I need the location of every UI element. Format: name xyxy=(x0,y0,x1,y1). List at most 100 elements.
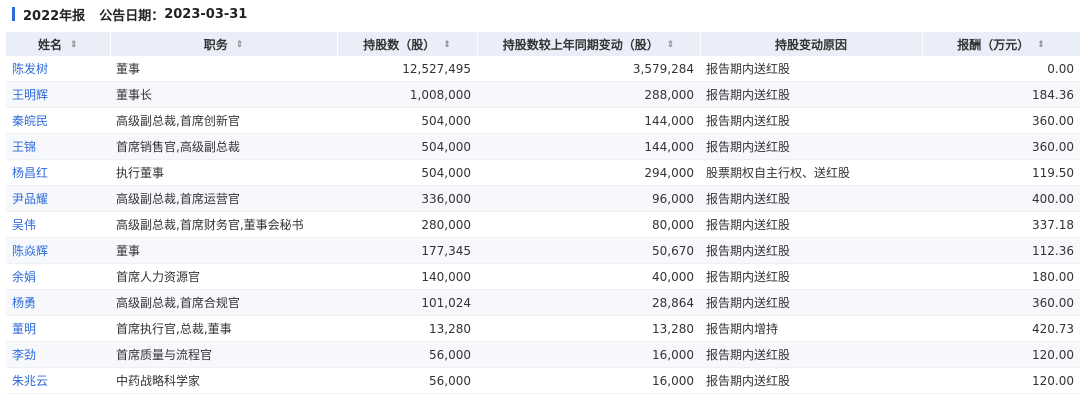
cell-pay: 337.18 xyxy=(922,211,1080,238)
column-header-label: 职务 xyxy=(203,37,228,52)
cell-title: 高级副总裁,首席运营官 xyxy=(110,185,337,212)
cell-name[interactable]: 杨昌红 xyxy=(6,159,110,186)
cell-pay: 360.00 xyxy=(922,133,1080,160)
column-header-title[interactable]: 职务 ⇕ xyxy=(110,32,338,56)
cell-pay: 180.00 xyxy=(922,263,1080,290)
cell-reason: 报告期内送红股 xyxy=(700,367,922,394)
cell-shares: 504,000 xyxy=(337,159,477,186)
cell-name[interactable]: 董明 xyxy=(6,315,110,342)
cell-name[interactable]: 吴伟 xyxy=(6,211,110,238)
sort-icon[interactable]: ⇕ xyxy=(70,40,78,50)
cell-title: 董事 xyxy=(110,237,337,264)
column-header-reason: 持股变动原因 xyxy=(700,32,923,56)
cell-pay: 360.00 xyxy=(922,107,1080,134)
cell-reason: 报告期内送红股 xyxy=(700,263,922,290)
cell-name[interactable]: 陈焱辉 xyxy=(6,237,110,264)
cell-name[interactable]: 王明辉 xyxy=(6,81,110,108)
cell-title: 中药战略科学家 xyxy=(110,367,337,394)
column-header-name[interactable]: 姓名 ⇕ xyxy=(6,32,111,56)
table-header: 姓名 ⇕ 职务 ⇕ 持股数（股） ⇕ 持股数较上年同期变动（股） ⇕ 持股变动原因 报酬… xyxy=(6,32,1080,56)
cell-title: 高级副总裁,首席创新官 xyxy=(110,107,337,134)
cell-title: 首席人力资源官 xyxy=(110,263,337,290)
accent-bar xyxy=(12,7,15,21)
sort-icon[interactable]: ⇕ xyxy=(236,40,244,50)
cell-change: 144,000 xyxy=(477,107,700,134)
cell-name[interactable]: 余娟 xyxy=(6,263,110,290)
cell-shares: 177,345 xyxy=(337,237,477,264)
cell-reason: 报告期内送红股 xyxy=(700,107,922,134)
cell-name[interactable]: 朱兆云 xyxy=(6,367,110,394)
cell-change: 96,000 xyxy=(477,185,700,212)
cell-change: 13,280 xyxy=(477,315,700,342)
cell-title: 首席销售官,高级副总裁 xyxy=(110,133,337,160)
cell-name[interactable]: 秦皖民 xyxy=(6,107,110,134)
cell-shares: 1,008,000 xyxy=(337,81,477,108)
cell-pay: 120.00 xyxy=(922,341,1080,368)
cell-shares: 336,000 xyxy=(337,185,477,212)
sort-icon[interactable]: ⇕ xyxy=(667,40,675,50)
cell-reason: 股票期权自主行权、送红股 xyxy=(700,159,922,186)
cell-pay: 120.00 xyxy=(922,367,1080,394)
table-row: 杨勇 高级副总裁,首席合规官 101,024 28,864 报告期内送红股 360.00 xyxy=(6,289,1080,316)
header-row: 姓名 ⇕ 职务 ⇕ 持股数（股） ⇕ 持股数较上年同期变动（股） ⇕ 持股变动原因 报酬… xyxy=(6,32,1080,56)
column-header-shares[interactable]: 持股数（股） ⇕ xyxy=(337,32,478,56)
cell-title: 执行董事 xyxy=(110,159,337,186)
cell-shares: 56,000 xyxy=(337,367,477,394)
table-row: 王明辉 董事长 1,008,000 288,000 报告期内送红股 184.36 xyxy=(6,81,1080,108)
cell-name[interactable]: 尹品耀 xyxy=(6,185,110,212)
cell-reason: 报告期内送红股 xyxy=(700,56,922,82)
cell-title: 首席执行官,总裁,董事 xyxy=(110,315,337,342)
cell-reason: 报告期内送红股 xyxy=(700,185,922,212)
cell-change: 28,864 xyxy=(477,289,700,316)
cell-pay: 112.36 xyxy=(922,237,1080,264)
cell-change: 16,000 xyxy=(477,367,700,394)
cell-shares: 12,527,495 xyxy=(337,56,477,82)
cell-pay: 184.36 xyxy=(922,81,1080,108)
column-header-label: 姓名 xyxy=(37,37,62,52)
cell-change: 144,000 xyxy=(477,133,700,160)
table-row: 陈发树 董事 12,527,495 3,579,284 报告期内送红股 0.00 xyxy=(6,56,1080,82)
table-row: 朱兆云 中药战略科学家 56,000 16,000 报告期内送红股 120.00 xyxy=(6,367,1080,394)
cell-change: 3,579,284 xyxy=(477,56,700,82)
column-header-label: 持股数较上年同期变动（股） xyxy=(502,37,659,52)
cell-shares: 101,024 xyxy=(337,289,477,316)
cell-shares: 140,000 xyxy=(337,263,477,290)
cell-reason: 报告期内送红股 xyxy=(700,237,922,264)
cell-reason: 报告期内送红股 xyxy=(700,341,922,368)
cell-reason: 报告期内增持 xyxy=(700,315,922,342)
cell-pay: 119.50 xyxy=(922,159,1080,186)
cell-pay: 360.00 xyxy=(922,289,1080,316)
cell-shares: 504,000 xyxy=(337,133,477,160)
cell-name[interactable]: 李劲 xyxy=(6,341,110,368)
cell-name[interactable]: 杨勇 xyxy=(6,289,110,316)
sort-icon[interactable]: ⇕ xyxy=(1037,40,1045,50)
column-header-label: 报酬（万元） xyxy=(957,37,1030,52)
cell-change: 80,000 xyxy=(477,211,700,238)
cell-reason: 报告期内送红股 xyxy=(700,289,922,316)
executive-holdings-table: 姓名 ⇕ 职务 ⇕ 持股数（股） ⇕ 持股数较上年同期变动（股） ⇕ 持股变动原因 报酬… xyxy=(6,32,1080,394)
cell-name[interactable]: 王锦 xyxy=(6,133,110,160)
cell-title: 高级副总裁,首席合规官 xyxy=(110,289,337,316)
report-title: 2022年报 xyxy=(23,8,86,24)
cell-title: 董事 xyxy=(110,56,337,82)
table-row: 李劲 首席质量与流程官 56,000 16,000 报告期内送红股 120.00 xyxy=(6,341,1080,368)
column-header-pay[interactable]: 报酬（万元） ⇕ xyxy=(922,32,1080,56)
cell-title: 首席质量与流程官 xyxy=(110,341,337,368)
column-header-change[interactable]: 持股数较上年同期变动（股） ⇕ xyxy=(477,32,701,56)
table-body: 陈发树 董事 12,527,495 3,579,284 报告期内送红股 0.00 王明辉 董事… xyxy=(6,56,1080,394)
table-row: 陈焱辉 董事 177,345 50,670 报告期内送红股 112.36 xyxy=(6,237,1080,264)
cell-change: 294,000 xyxy=(477,159,700,186)
column-header-label: 持股数（股） xyxy=(363,37,436,52)
announce-date-value: 2023-03-31 xyxy=(164,6,248,22)
cell-shares: 280,000 xyxy=(337,211,477,238)
cell-change: 40,000 xyxy=(477,263,700,290)
report-header: 2022年报 公告日期： 2023-03-31 xyxy=(0,0,1080,28)
cell-shares: 504,000 xyxy=(337,107,477,134)
table-row: 秦皖民 高级副总裁,首席创新官 504,000 144,000 报告期内送红股 360.0… xyxy=(6,107,1080,134)
cell-shares: 13,280 xyxy=(337,315,477,342)
cell-change: 50,670 xyxy=(477,237,700,264)
sort-icon[interactable]: ⇕ xyxy=(443,40,451,50)
cell-name[interactable]: 陈发树 xyxy=(6,56,110,82)
cell-change: 288,000 xyxy=(477,81,700,108)
cell-reason: 报告期内送红股 xyxy=(700,133,922,160)
